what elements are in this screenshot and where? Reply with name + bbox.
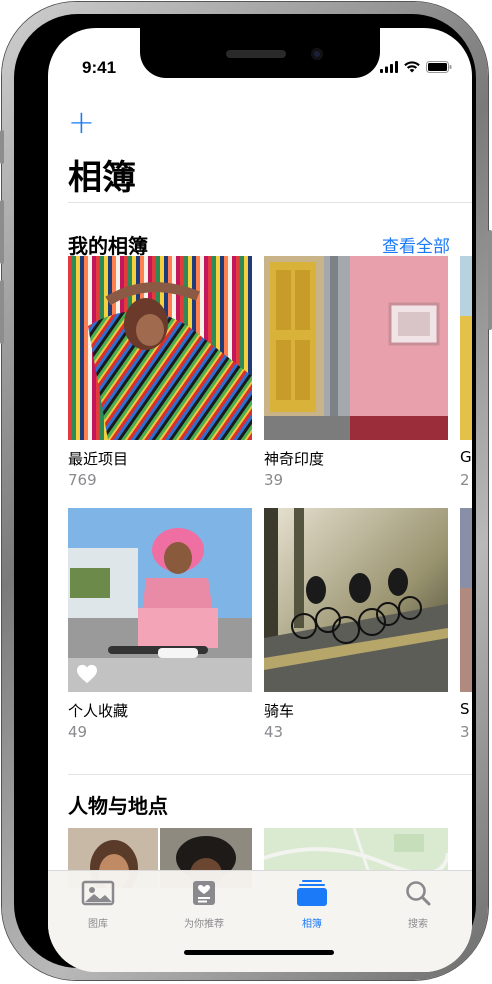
search-icon (406, 881, 431, 906)
tab-search[interactable]: 搜索 (378, 879, 458, 930)
cellular-signal-icon (380, 61, 398, 73)
battery-icon (426, 61, 452, 73)
plus-icon: + (68, 103, 95, 141)
photo-library-icon (81, 880, 115, 906)
album-cover-image (68, 256, 252, 440)
heart-icon (77, 664, 97, 684)
volume-down-button (0, 280, 4, 344)
tab-label: 图库 (88, 919, 108, 930)
wifi-icon (404, 61, 420, 73)
speaker-grille (226, 50, 286, 58)
album-label: 个人收藏 (68, 702, 129, 720)
album-count: 43 (264, 723, 284, 741)
tab-albums[interactable]: 相簿 (272, 879, 352, 930)
page-title: 相簿 (68, 158, 136, 198)
album-count: 3 (460, 723, 470, 741)
section-title-my-albums: 我的相簿 (68, 234, 148, 258)
divider (68, 202, 472, 203)
album-cover-image (264, 508, 448, 692)
album-count: 39 (264, 471, 284, 489)
album-label: 最近项目 (68, 450, 129, 468)
status-time: 9:41 (82, 58, 117, 77)
album-label: G (460, 448, 472, 466)
phone-frame: 9:41 + 相簿 我的相簿 查看全部 最近项目 769 神奇印度 39 G 2… (2, 2, 488, 980)
home-indicator[interactable] (184, 950, 334, 955)
status-icons (380, 61, 452, 73)
album-cover-image (460, 508, 472, 692)
album-cover-image (460, 256, 472, 440)
side-button (488, 230, 492, 330)
tab-label: 为你推荐 (184, 919, 224, 930)
front-camera (311, 48, 323, 60)
albums-icon (297, 880, 327, 906)
album-label: 骑车 (264, 702, 295, 720)
album-thumbnail-cycling[interactable] (264, 508, 448, 692)
album-label: 神奇印度 (264, 450, 325, 468)
tab-label: 搜索 (408, 919, 428, 930)
album-thumbnail-amazing-india[interactable] (264, 256, 448, 440)
screen: 9:41 + 相簿 我的相簿 查看全部 最近项目 769 神奇印度 39 G 2… (48, 28, 472, 972)
tab-bar: 图库 为你推荐 相簿 搜索 (48, 870, 472, 972)
album-count: 2 (460, 471, 470, 489)
notch (140, 28, 380, 78)
add-album-button[interactable]: + (68, 106, 95, 138)
section-title-people-places: 人物与地点 (68, 794, 168, 818)
album-thumbnail-partial[interactable] (460, 256, 472, 440)
tab-label: 相簿 (302, 919, 322, 930)
album-cover-image (264, 256, 448, 440)
tab-for-you[interactable]: 为你推荐 (164, 879, 244, 930)
album-count: 769 (68, 471, 97, 489)
for-you-icon (193, 881, 215, 905)
album-label: S (460, 700, 470, 718)
album-thumbnail-favorites[interactable] (68, 508, 252, 692)
mute-switch (0, 130, 4, 164)
album-count: 49 (68, 723, 88, 741)
tab-library[interactable]: 图库 (58, 879, 138, 930)
see-all-button[interactable]: 查看全部 (382, 232, 450, 257)
album-thumbnail-recents[interactable] (68, 256, 252, 440)
volume-up-button (0, 200, 4, 264)
phone-bezel: 9:41 + 相簿 我的相簿 查看全部 最近项目 769 神奇印度 39 G 2… (14, 14, 476, 972)
divider (68, 774, 472, 775)
album-thumbnail-partial[interactable] (460, 508, 472, 692)
